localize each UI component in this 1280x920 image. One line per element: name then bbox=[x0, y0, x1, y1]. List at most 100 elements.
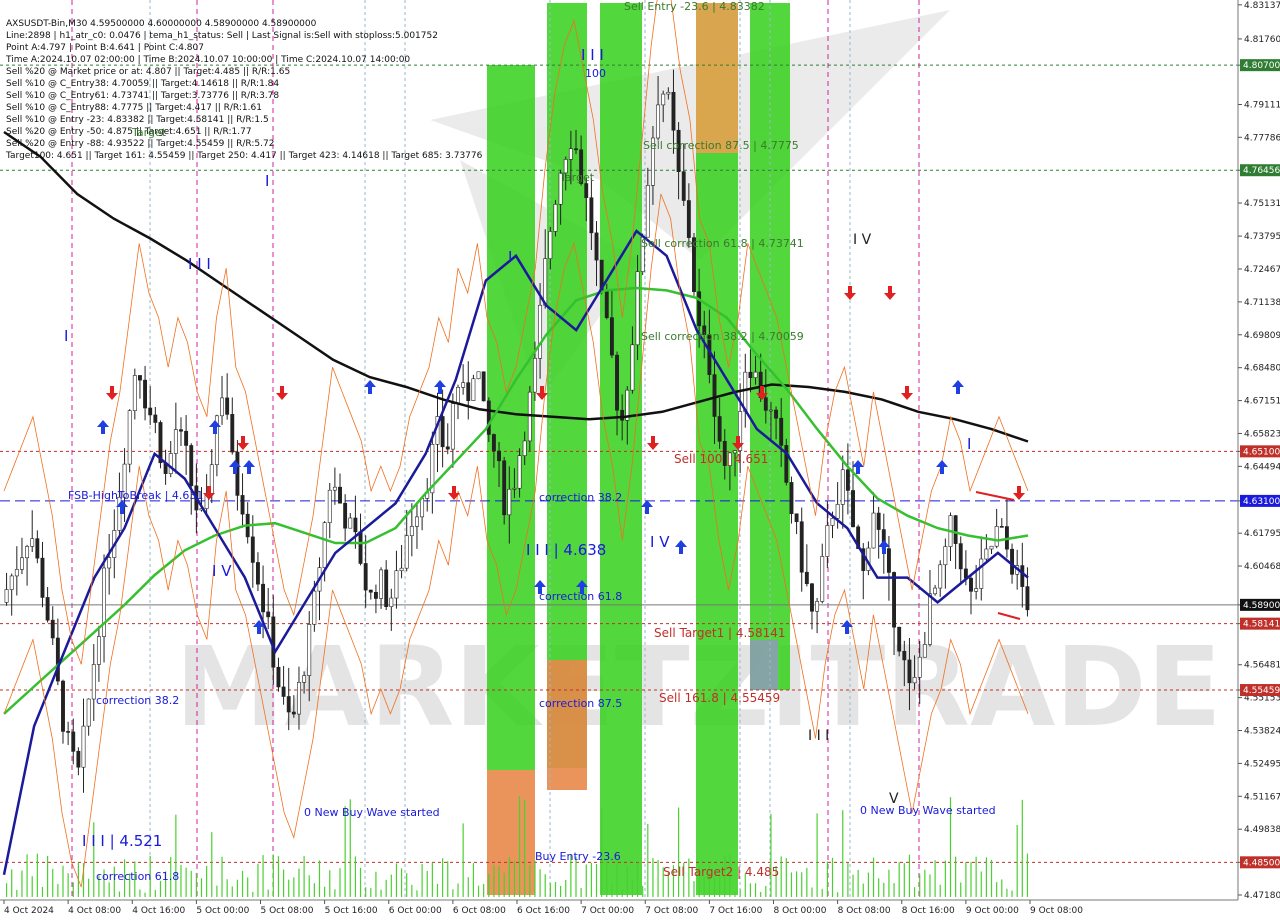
candle-body bbox=[168, 453, 173, 474]
candle-body bbox=[892, 572, 896, 628]
candle-body bbox=[512, 487, 517, 490]
info-line: Sell %20 @ Market price or at: 4.807 || … bbox=[6, 67, 290, 77]
info-line: Target100: 4.651 || Target 161: 4.55459 … bbox=[5, 151, 483, 161]
wave-label: I bbox=[64, 327, 68, 345]
x-tick-label: 6 Oct 08:00 bbox=[453, 906, 506, 916]
candle-body bbox=[440, 416, 445, 448]
candle-body bbox=[61, 680, 65, 732]
y-tick-label: 4.77786 bbox=[1244, 133, 1280, 143]
wave-label: I I I | 4.638 bbox=[526, 541, 606, 559]
x-tick-label: 5 Oct 08:00 bbox=[261, 906, 314, 916]
candle-body bbox=[281, 686, 286, 697]
candle-body bbox=[276, 666, 281, 688]
annotation: correction 61.8 bbox=[539, 590, 622, 603]
y-tick-label: 4.67151 bbox=[1244, 397, 1280, 407]
x-tick-label: 4 Oct 2024 bbox=[4, 906, 54, 916]
candle-body bbox=[1020, 565, 1025, 587]
candle-body bbox=[538, 304, 543, 359]
level-label: Sell Target2 | 4.485 bbox=[663, 865, 779, 879]
wave-label: I bbox=[967, 435, 971, 453]
candle-body bbox=[594, 232, 599, 261]
candle-body bbox=[794, 513, 799, 522]
time-axis bbox=[0, 900, 1280, 920]
candle-body bbox=[307, 624, 312, 676]
x-tick-label: 6 Oct 00:00 bbox=[389, 906, 442, 916]
y-tick-label: 4.65823 bbox=[1244, 429, 1280, 439]
y-tick-label: 4.71138 bbox=[1244, 298, 1280, 308]
candle-body bbox=[220, 397, 224, 417]
candle-body bbox=[969, 577, 973, 592]
candle-body bbox=[928, 593, 932, 645]
price-tag: 4.63100 bbox=[1243, 497, 1280, 507]
candle-body bbox=[830, 518, 835, 526]
annotation: correction 87.5 bbox=[539, 697, 622, 710]
candle-body bbox=[517, 455, 522, 489]
candle-body bbox=[543, 258, 548, 306]
candle-body bbox=[502, 460, 507, 516]
candle-body bbox=[779, 417, 784, 446]
candle-body bbox=[76, 750, 81, 768]
y-tick-label: 4.69809 bbox=[1244, 331, 1280, 341]
zone-orange bbox=[696, 3, 738, 153]
candle-body bbox=[917, 656, 922, 678]
x-tick-label: 9 Oct 08:00 bbox=[1030, 906, 1083, 916]
candle-body bbox=[363, 563, 368, 591]
candle-body bbox=[574, 148, 578, 151]
candle-body bbox=[230, 414, 235, 453]
y-tick-label: 4.75131 bbox=[1244, 199, 1280, 209]
wave-label: I bbox=[265, 172, 269, 190]
candle-body bbox=[50, 619, 55, 639]
candle-body bbox=[255, 562, 260, 585]
level-label: Sell correction 38.2 | 4.70059 bbox=[641, 330, 804, 343]
candle-body bbox=[994, 526, 999, 547]
x-tick-label: 4 Oct 16:00 bbox=[132, 906, 185, 916]
annotation: 0 New Buy Wave started bbox=[304, 806, 440, 819]
candle-body bbox=[984, 548, 989, 560]
x-tick-label: 5 Oct 16:00 bbox=[325, 906, 378, 916]
candle-body bbox=[840, 469, 845, 505]
candle-body bbox=[107, 557, 112, 569]
candle-body bbox=[697, 291, 702, 327]
info-line: Sell %10 @ Entry -23: 4.83382 || Target:… bbox=[6, 115, 269, 125]
candle-body bbox=[753, 371, 758, 378]
candle-body bbox=[943, 546, 948, 566]
x-tick-label: 5 Oct 00:00 bbox=[196, 906, 249, 916]
candle-body bbox=[897, 626, 902, 652]
candle-body bbox=[173, 429, 178, 454]
candle-body bbox=[394, 570, 399, 599]
price-tag: 4.58141 bbox=[1243, 620, 1280, 630]
candle-body bbox=[96, 636, 101, 665]
y-tick-label: 4.72467 bbox=[1244, 265, 1280, 275]
wave-label: I I I bbox=[808, 728, 829, 744]
candle-body bbox=[999, 526, 1004, 528]
candle-body bbox=[102, 567, 106, 637]
candle-body bbox=[661, 93, 666, 106]
candle-body bbox=[922, 644, 927, 658]
x-tick-label: 4 Oct 08:00 bbox=[68, 906, 121, 916]
candle-body bbox=[266, 611, 271, 618]
y-tick-label: 4.73795 bbox=[1244, 232, 1280, 242]
candle-body bbox=[14, 569, 19, 577]
candle-body bbox=[953, 515, 958, 544]
candle-body bbox=[327, 489, 332, 523]
candle-body bbox=[974, 588, 979, 592]
wave-label: I bbox=[508, 248, 512, 266]
price-tag: 4.76456 bbox=[1243, 166, 1280, 176]
candle-body bbox=[189, 445, 194, 487]
candle-body bbox=[497, 450, 501, 462]
candle-body bbox=[153, 414, 158, 423]
candle-body bbox=[81, 725, 86, 768]
candle-body bbox=[656, 104, 661, 139]
candle-body bbox=[71, 731, 76, 752]
candle-body bbox=[1025, 586, 1030, 611]
candle-body bbox=[666, 91, 671, 95]
candle-body bbox=[240, 495, 245, 515]
y-tick-label: 4.79111 bbox=[1244, 100, 1280, 110]
candle-body bbox=[379, 569, 383, 599]
candle-body bbox=[548, 231, 553, 259]
info-line: Sell %10 @ C_Entry38: 4.70059 || Target:… bbox=[6, 79, 279, 89]
candle-body bbox=[66, 731, 71, 733]
candle-body bbox=[527, 391, 532, 442]
candle-body bbox=[584, 183, 589, 199]
zone-green bbox=[600, 3, 642, 895]
